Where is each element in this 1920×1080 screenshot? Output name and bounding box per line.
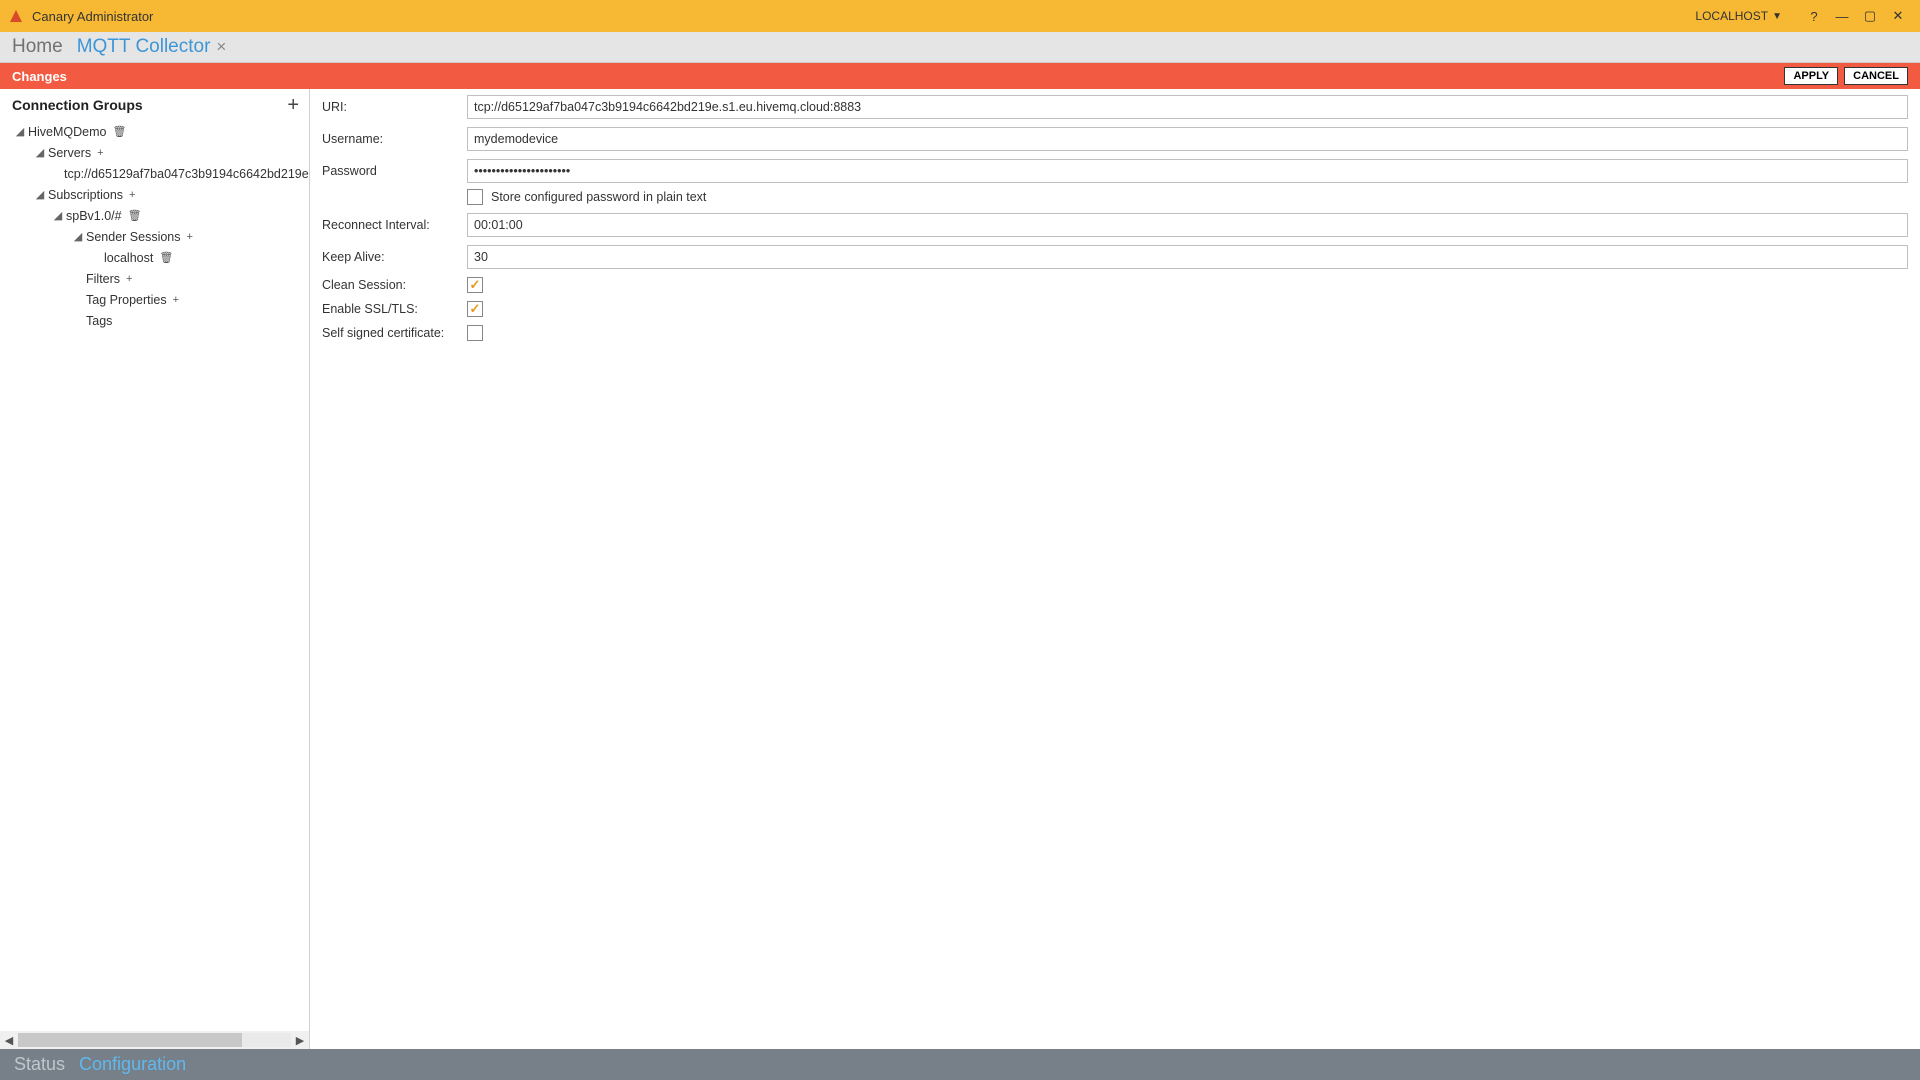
connection-tree: ◢ HiveMQDemo 🗑 ◢ Servers + tcp://d65129a… [0, 119, 309, 1031]
connection-form: URI: Username: Password Store configured… [310, 89, 1920, 1049]
changes-label: Changes [12, 69, 67, 84]
expander-icon[interactable]: ◢ [52, 209, 64, 222]
tree-group-label[interactable]: HiveMQDemo [28, 125, 107, 139]
sidebar-title: Connection Groups [12, 97, 143, 113]
close-icon[interactable]: ✕ [1884, 6, 1912, 26]
apply-button[interactable]: APPLY [1784, 67, 1838, 85]
username-input[interactable] [467, 127, 1908, 151]
delete-icon[interactable]: 🗑 [159, 251, 173, 264]
window-title: Canary Administrator [32, 9, 153, 24]
tree-topic[interactable]: ◢ spBv1.0/# 🗑 [0, 205, 309, 226]
tree-tags[interactable]: Tags [0, 310, 309, 331]
username-label: Username: [322, 132, 467, 146]
scroll-left-icon[interactable]: ◀ [0, 1031, 18, 1049]
store-plain-label: Store configured password in plain text [491, 190, 706, 204]
add-icon[interactable]: + [173, 294, 179, 306]
footer-status-tab[interactable]: Status [14, 1054, 65, 1075]
expander-icon[interactable]: ◢ [34, 146, 46, 159]
keepalive-input[interactable] [467, 245, 1908, 269]
password-input[interactable] [467, 159, 1908, 183]
sidebar: Connection Groups + ◢ HiveMQDemo 🗑 ◢ Ser… [0, 89, 310, 1049]
add-icon[interactable]: + [129, 189, 135, 201]
delete-icon[interactable]: 🗑 [128, 209, 142, 222]
tree-subscriptions[interactable]: ◢ Subscriptions + [0, 184, 309, 205]
reconnect-input[interactable] [467, 213, 1908, 237]
keepalive-label: Keep Alive: [322, 250, 467, 264]
maximize-icon[interactable]: ▢ [1856, 6, 1884, 26]
expander-icon[interactable]: ◢ [72, 230, 84, 243]
tree-servers[interactable]: ◢ Servers + [0, 142, 309, 163]
tree-tags-label[interactable]: Tags [86, 314, 112, 328]
breadcrumb-current[interactable]: MQTT Collector [77, 36, 211, 58]
uri-input[interactable] [467, 95, 1908, 119]
breadcrumb-home[interactable]: Home [12, 36, 63, 58]
app-icon [8, 8, 24, 24]
scroll-thumb[interactable] [18, 1033, 242, 1047]
changes-bar: Changes APPLY CANCEL [0, 63, 1920, 89]
enable-ssl-label: Enable SSL/TLS: [322, 302, 467, 316]
tree-filters-label[interactable]: Filters [86, 272, 120, 286]
add-group-icon[interactable]: + [287, 95, 299, 115]
tree-server-item[interactable]: tcp://d65129af7ba047c3b9194c6642bd219e.s… [0, 163, 309, 184]
breadcrumb: Home MQTT Collector × [0, 32, 1920, 63]
tree-filters[interactable]: Filters + [0, 268, 309, 289]
tree-subscriptions-label[interactable]: Subscriptions [48, 188, 123, 202]
uri-label: URI: [322, 100, 467, 114]
tree-tag-properties[interactable]: Tag Properties + [0, 289, 309, 310]
self-signed-checkbox[interactable] [467, 325, 483, 341]
footer-configuration-tab[interactable]: Configuration [79, 1054, 186, 1075]
tree-sender-sessions-label[interactable]: Sender Sessions [86, 230, 181, 244]
add-icon[interactable]: + [126, 273, 132, 285]
tree-server-uri[interactable]: tcp://d65129af7ba047c3b9194c6642bd219e.s… [64, 167, 309, 181]
add-icon[interactable]: + [97, 147, 103, 159]
host-selector-label[interactable]: LOCALHOST [1695, 9, 1768, 23]
tree-topic-label[interactable]: spBv1.0/# [66, 209, 122, 223]
self-signed-label: Self signed certificate: [322, 326, 467, 340]
tree-session-host-label[interactable]: localhost [104, 251, 153, 265]
tree-servers-label[interactable]: Servers [48, 146, 91, 160]
expander-icon[interactable]: ◢ [34, 188, 46, 201]
tree-tag-properties-label[interactable]: Tag Properties [86, 293, 167, 307]
help-icon[interactable]: ? [1800, 6, 1828, 26]
password-label: Password [322, 164, 467, 178]
sidebar-h-scrollbar[interactable]: ◀ ▶ [0, 1031, 309, 1049]
clean-session-label: Clean Session: [322, 278, 467, 292]
dropdown-icon[interactable]: ▼ [1772, 11, 1782, 22]
reconnect-label: Reconnect Interval: [322, 218, 467, 232]
cancel-button[interactable]: CANCEL [1844, 67, 1908, 85]
clean-session-checkbox[interactable]: ✓ [467, 277, 483, 293]
tree-group[interactable]: ◢ HiveMQDemo 🗑 [0, 121, 309, 142]
tab-close-icon[interactable]: × [216, 37, 226, 57]
tree-session-host[interactable]: localhost 🗑 [0, 247, 309, 268]
enable-ssl-checkbox[interactable]: ✓ [467, 301, 483, 317]
store-plain-checkbox[interactable] [467, 189, 483, 205]
minimize-icon[interactable]: — [1828, 6, 1856, 26]
expander-icon[interactable]: ◢ [14, 125, 26, 138]
sidebar-header: Connection Groups + [0, 89, 309, 119]
title-bar: Canary Administrator LOCALHOST ▼ ? — ▢ ✕ [0, 0, 1920, 32]
scroll-track[interactable] [18, 1033, 291, 1047]
tree-sender-sessions[interactable]: ◢ Sender Sessions + [0, 226, 309, 247]
footer-tabs: Status Configuration [0, 1049, 1920, 1080]
add-icon[interactable]: + [187, 231, 193, 243]
delete-icon[interactable]: 🗑 [113, 125, 127, 138]
scroll-right-icon[interactable]: ▶ [291, 1031, 309, 1049]
